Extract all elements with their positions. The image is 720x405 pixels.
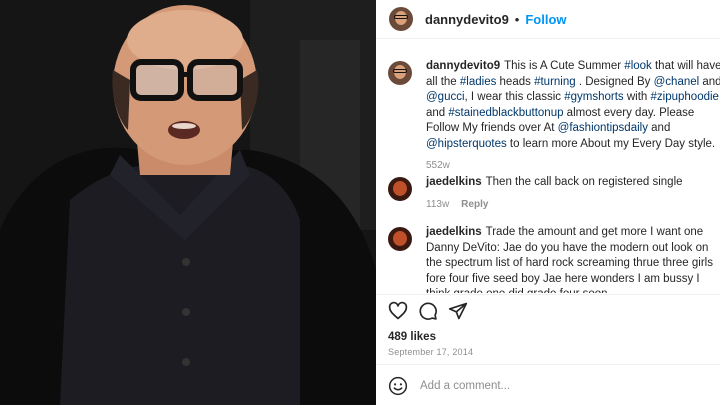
comment-time: 113w [426, 198, 450, 210]
add-comment-input[interactable] [418, 379, 702, 393]
caption-text-segment: to learn more About my Every Day style. [506, 137, 716, 150]
likes-count[interactable]: 489 likes [388, 331, 436, 343]
commenter-avatar[interactable] [388, 177, 412, 201]
reply-button[interactable]: Reply [461, 199, 488, 210]
add-comment-row [376, 364, 720, 405]
comment-text: Then the call back on registered single [485, 176, 683, 188]
separator-dot: • [514, 11, 520, 27]
caption-time: 552w [426, 160, 450, 171]
caption-text-segment: and [699, 75, 720, 88]
emoji-icon[interactable] [388, 376, 408, 396]
caption-tag-link[interactable]: @hipsterquotes [426, 138, 507, 150]
caption-tag-link[interactable]: #look [624, 60, 652, 72]
caption-text-segment: and [647, 122, 671, 134]
caption-text: This is A Cute Summer #look that will ha… [426, 60, 720, 150]
caption-tag-link[interactable]: #gymshorts [564, 91, 623, 103]
heart-icon[interactable] [388, 301, 408, 321]
caption-text-segment: heads [496, 75, 535, 88]
caption-text-segment: , I wear this classic [464, 91, 565, 103]
caption-tag-link[interactable]: @chanel [654, 76, 700, 88]
comment-username[interactable]: jaedelkins [426, 176, 482, 188]
caption-tag-link[interactable]: @gucci [426, 91, 465, 103]
follow-button[interactable]: Follow [525, 12, 566, 27]
comments-section[interactable]: dannydevito9 This is A Cute Summer #look … [376, 39, 720, 293]
comment-item: jaedelkins Then the call back on register… [388, 175, 720, 212]
share-icon[interactable] [448, 301, 468, 321]
action-icons [388, 301, 468, 321]
post-date: September 17, 2014 [388, 347, 474, 357]
caption-text-segment: with [623, 91, 651, 103]
author-avatar[interactable] [389, 7, 413, 31]
caption-username[interactable]: dannydevito9 [426, 60, 500, 72]
comment-item: jaedelkins Trade the amount and get more … [388, 225, 720, 293]
commenter-avatar[interactable] [388, 227, 412, 251]
caption-text-segment: and [426, 106, 449, 119]
man-portrait-illustration [0, 0, 376, 405]
caption-tag-link[interactable]: @fashiontipsdaily [558, 122, 648, 134]
caption-tag-link[interactable]: #stainedblackbuttonup [448, 107, 563, 119]
caption: dannydevito9 This is A Cute Summer #look … [388, 59, 720, 174]
caption-avatar[interactable] [388, 61, 412, 85]
author-username[interactable]: dannydevito9 [425, 12, 509, 27]
caption-tag-link[interactable]: #ladies [460, 76, 496, 88]
post-details-panel: dannydevito9 • Follow dannydevito9 This i… [376, 0, 720, 405]
post-viewer: dannydevito9 • Follow dannydevito9 This i… [0, 0, 720, 405]
caption-text-segment: This is A Cute Summer [504, 60, 625, 72]
caption-text-segment: . Designed By [575, 75, 654, 88]
post-header: dannydevito9 • Follow [376, 0, 720, 39]
comment-username[interactable]: jaedelkins [426, 226, 482, 238]
caption-tag-link[interactable]: #zipuphoodie [651, 91, 719, 103]
caption-tag-link[interactable]: #turning [534, 76, 576, 88]
comment-icon[interactable] [418, 301, 438, 321]
post-photo[interactable] [0, 0, 376, 405]
post-actions: 489 likes September 17, 2014 [376, 294, 720, 405]
